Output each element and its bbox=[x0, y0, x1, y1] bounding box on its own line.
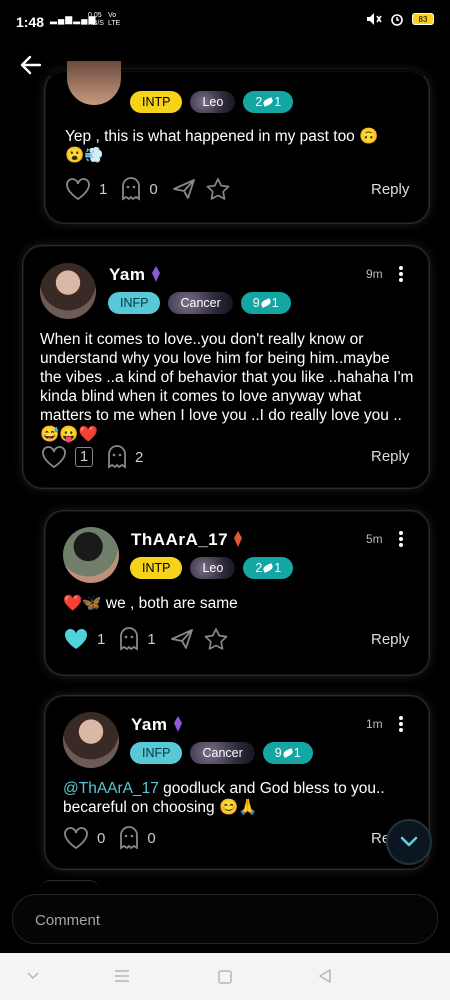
ghost-icon bbox=[120, 627, 139, 651]
back-arrow-icon[interactable] bbox=[18, 52, 44, 78]
more-options-icon[interactable] bbox=[398, 531, 404, 547]
ghost-count: 0 bbox=[149, 180, 158, 198]
heart-icon bbox=[66, 178, 90, 201]
net-speed: 0.05 KB/S bbox=[88, 12, 104, 27]
level-tag: 21 bbox=[243, 557, 294, 579]
star-icon[interactable] bbox=[206, 178, 230, 200]
avatar[interactable] bbox=[63, 712, 119, 768]
ghost-count: 2 bbox=[135, 448, 144, 466]
status-time: 1:48 bbox=[16, 14, 45, 30]
ghost-icon bbox=[122, 177, 141, 201]
ghost-icon bbox=[108, 445, 126, 469]
gem-icon bbox=[151, 266, 160, 282]
mbti-tag: INTP bbox=[130, 91, 183, 113]
mute-icon bbox=[367, 13, 382, 25]
ghost-button[interactable]: 0 bbox=[119, 826, 156, 850]
mbti-tag: INTP bbox=[130, 557, 183, 579]
star-icon[interactable] bbox=[204, 628, 228, 650]
username[interactable]: Yam bbox=[131, 715, 183, 735]
gem-icon bbox=[173, 716, 182, 732]
level-tag: 91 bbox=[240, 292, 291, 314]
like-button[interactable]: 1 bbox=[41, 445, 93, 469]
ghost-button[interactable]: 2 bbox=[107, 445, 143, 469]
zodiac-tag: Cancer bbox=[190, 742, 255, 764]
nav-collapse-icon[interactable] bbox=[26, 972, 40, 980]
chevron-down-icon bbox=[400, 836, 418, 847]
ghost-count: 1 bbox=[147, 630, 156, 648]
leaf-icon bbox=[281, 748, 294, 758]
mbti-tag: INFP bbox=[130, 742, 183, 764]
heart-icon bbox=[42, 446, 66, 469]
nav-menu-icon[interactable] bbox=[114, 969, 130, 983]
comment-card-1: INTP Leo 21 Yep , this is what happened … bbox=[44, 61, 430, 224]
avatar[interactable] bbox=[67, 61, 121, 105]
ghost-button[interactable]: 0 bbox=[121, 177, 158, 201]
like-button[interactable]: 0 bbox=[63, 826, 105, 850]
like-count-box: 1 bbox=[75, 447, 93, 467]
comment-actions: 1 2 bbox=[41, 445, 157, 469]
ghost-button[interactable]: 1 bbox=[119, 627, 156, 651]
comment-text: When it comes to love..you don't really … bbox=[40, 331, 414, 443]
reply-button[interactable]: Reply bbox=[371, 448, 409, 465]
zodiac-tag: Leo bbox=[190, 557, 236, 579]
comment-text: Yep , this is what happened in my past t… bbox=[65, 128, 379, 164]
ghost-count: 0 bbox=[147, 829, 156, 847]
level-tag: 91 bbox=[262, 742, 313, 764]
zodiac-tag: Cancer bbox=[168, 292, 233, 314]
comment-bar bbox=[12, 894, 438, 944]
user-tags: INFP Cancer 91 bbox=[130, 742, 313, 764]
user-tags: INTP Leo 21 bbox=[130, 557, 294, 579]
user-tags: INTP Leo 21 bbox=[130, 91, 294, 113]
reply-button[interactable]: Reply bbox=[371, 181, 409, 198]
user-mention[interactable]: @ThAArA_17 bbox=[63, 780, 159, 797]
leaf-icon bbox=[259, 298, 272, 308]
next-card-edge bbox=[40, 880, 100, 891]
volte-icon: Vo LTE bbox=[108, 12, 121, 27]
heart-icon bbox=[64, 827, 88, 850]
leaf-icon bbox=[262, 563, 275, 573]
post-time: 5m bbox=[366, 532, 383, 546]
nav-back-icon[interactable] bbox=[318, 968, 332, 984]
like-count: 1 bbox=[99, 180, 108, 198]
status-bar: 1:48 ▂▄▆▂▄▆ 0.05 KB/S Vo LTE 83 bbox=[0, 0, 450, 44]
avatar[interactable] bbox=[40, 263, 96, 319]
comment-text: ❤️🦋 we , both are same bbox=[63, 595, 238, 612]
more-options-icon[interactable] bbox=[398, 266, 404, 282]
username[interactable]: Yam bbox=[109, 265, 161, 285]
share-icon[interactable] bbox=[172, 178, 196, 200]
ghost-icon bbox=[120, 826, 139, 850]
level-tag: 21 bbox=[243, 91, 294, 113]
alarm-icon bbox=[391, 14, 403, 26]
comment-text: @ThAArA_17 goodluck and God bless to you… bbox=[63, 780, 385, 816]
comment-card-2: Yam 9m INFP Cancer 91 When it comes to l… bbox=[22, 245, 430, 489]
username[interactable]: ThAArA_17 bbox=[131, 530, 243, 550]
user-tags: INFP Cancer 91 bbox=[108, 292, 291, 314]
like-button[interactable]: 1 bbox=[65, 177, 107, 201]
comment-actions: 1 1 bbox=[63, 627, 228, 651]
post-time: 1m bbox=[366, 717, 383, 731]
heart-filled-icon bbox=[64, 628, 88, 649]
comment-actions: 0 0 bbox=[63, 826, 170, 850]
comment-card-4: Yam 1m INFP Cancer 91 @ThAArA_17 goodluc… bbox=[44, 695, 430, 870]
leaf-icon bbox=[262, 97, 275, 107]
gem-icon bbox=[234, 531, 243, 547]
avatar[interactable] bbox=[63, 527, 119, 583]
reply-button[interactable]: Reply bbox=[371, 631, 409, 648]
battery-icon: 83 bbox=[412, 13, 434, 25]
like-button[interactable]: 1 bbox=[63, 627, 105, 651]
scroll-down-button[interactable] bbox=[386, 819, 432, 865]
zodiac-tag: Leo bbox=[190, 91, 236, 113]
post-time: 9m bbox=[366, 267, 383, 281]
comment-input[interactable] bbox=[33, 907, 417, 933]
share-icon[interactable] bbox=[170, 628, 194, 650]
like-count: 0 bbox=[97, 829, 106, 847]
more-options-icon[interactable] bbox=[398, 716, 404, 732]
comment-actions: 1 0 bbox=[65, 177, 230, 201]
like-count: 1 bbox=[97, 630, 106, 648]
mbti-tag: INFP bbox=[108, 292, 161, 314]
system-nav-bar bbox=[0, 953, 450, 1000]
nav-home-icon[interactable] bbox=[217, 969, 233, 985]
comment-card-3: ThAArA_17 5m INTP Leo 21 ❤️🦋 we , both a… bbox=[44, 510, 430, 676]
